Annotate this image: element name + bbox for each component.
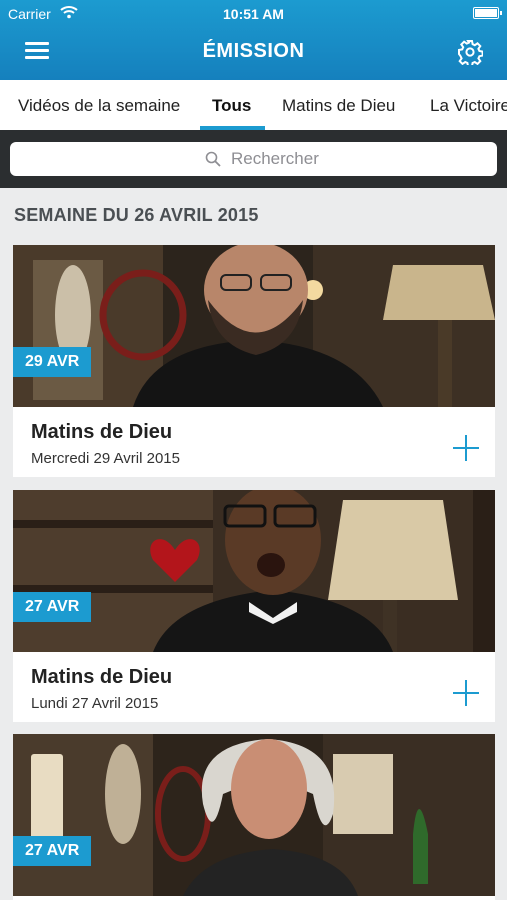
date-badge: 27 AVR (13, 592, 92, 622)
plus-icon[interactable] (453, 680, 479, 706)
search-icon (205, 151, 221, 167)
video-thumbnail[interactable] (13, 245, 495, 407)
battery-icon (473, 7, 502, 19)
section-heading: SEMAINE DU 26 AVRIL 2015 (14, 205, 259, 225)
page-title: ÉMISSION (202, 40, 305, 62)
status-time: 10:51 AM (223, 6, 284, 22)
video-card[interactable]: 27 AVR (13, 734, 495, 900)
tab-videos-semaine[interactable]: Vidéos de la semaine (18, 96, 180, 116)
date-badge: 29 AVR (13, 347, 92, 377)
gear-icon[interactable] (457, 39, 483, 65)
card-title: Matins de Dieu (31, 666, 173, 688)
video-thumbnail[interactable] (13, 734, 495, 896)
video-card[interactable]: 27 AVR Matins de Dieu Lundi 27 Avril 201… (13, 490, 495, 722)
category-tabs: Vidéos de la semaine Tous Matins de Dieu… (0, 80, 507, 130)
video-card[interactable]: 29 AVR Matins de Dieu Mercredi 29 Avril … (13, 245, 495, 477)
app-header: Carrier 10:51 AM ÉMISSION (0, 0, 507, 80)
video-thumbnail[interactable] (13, 490, 495, 652)
tab-matins-de-dieu[interactable]: Matins de Dieu (282, 96, 395, 116)
card-title: Matins de Dieu (31, 421, 173, 443)
tab-tous[interactable]: Tous (212, 96, 251, 116)
status-bar: Carrier 10:51 AM (0, 0, 507, 26)
search-placeholder: Rechercher (231, 149, 319, 168)
card-date: Lundi 27 Avril 2015 (31, 695, 159, 712)
search-input[interactable]: Rechercher (10, 142, 497, 176)
tab-la-victoire[interactable]: La Victoire (430, 96, 507, 116)
card-date: Mercredi 29 Avril 2015 (31, 450, 180, 467)
date-badge: 27 AVR (13, 836, 92, 866)
plus-icon[interactable] (453, 435, 479, 461)
